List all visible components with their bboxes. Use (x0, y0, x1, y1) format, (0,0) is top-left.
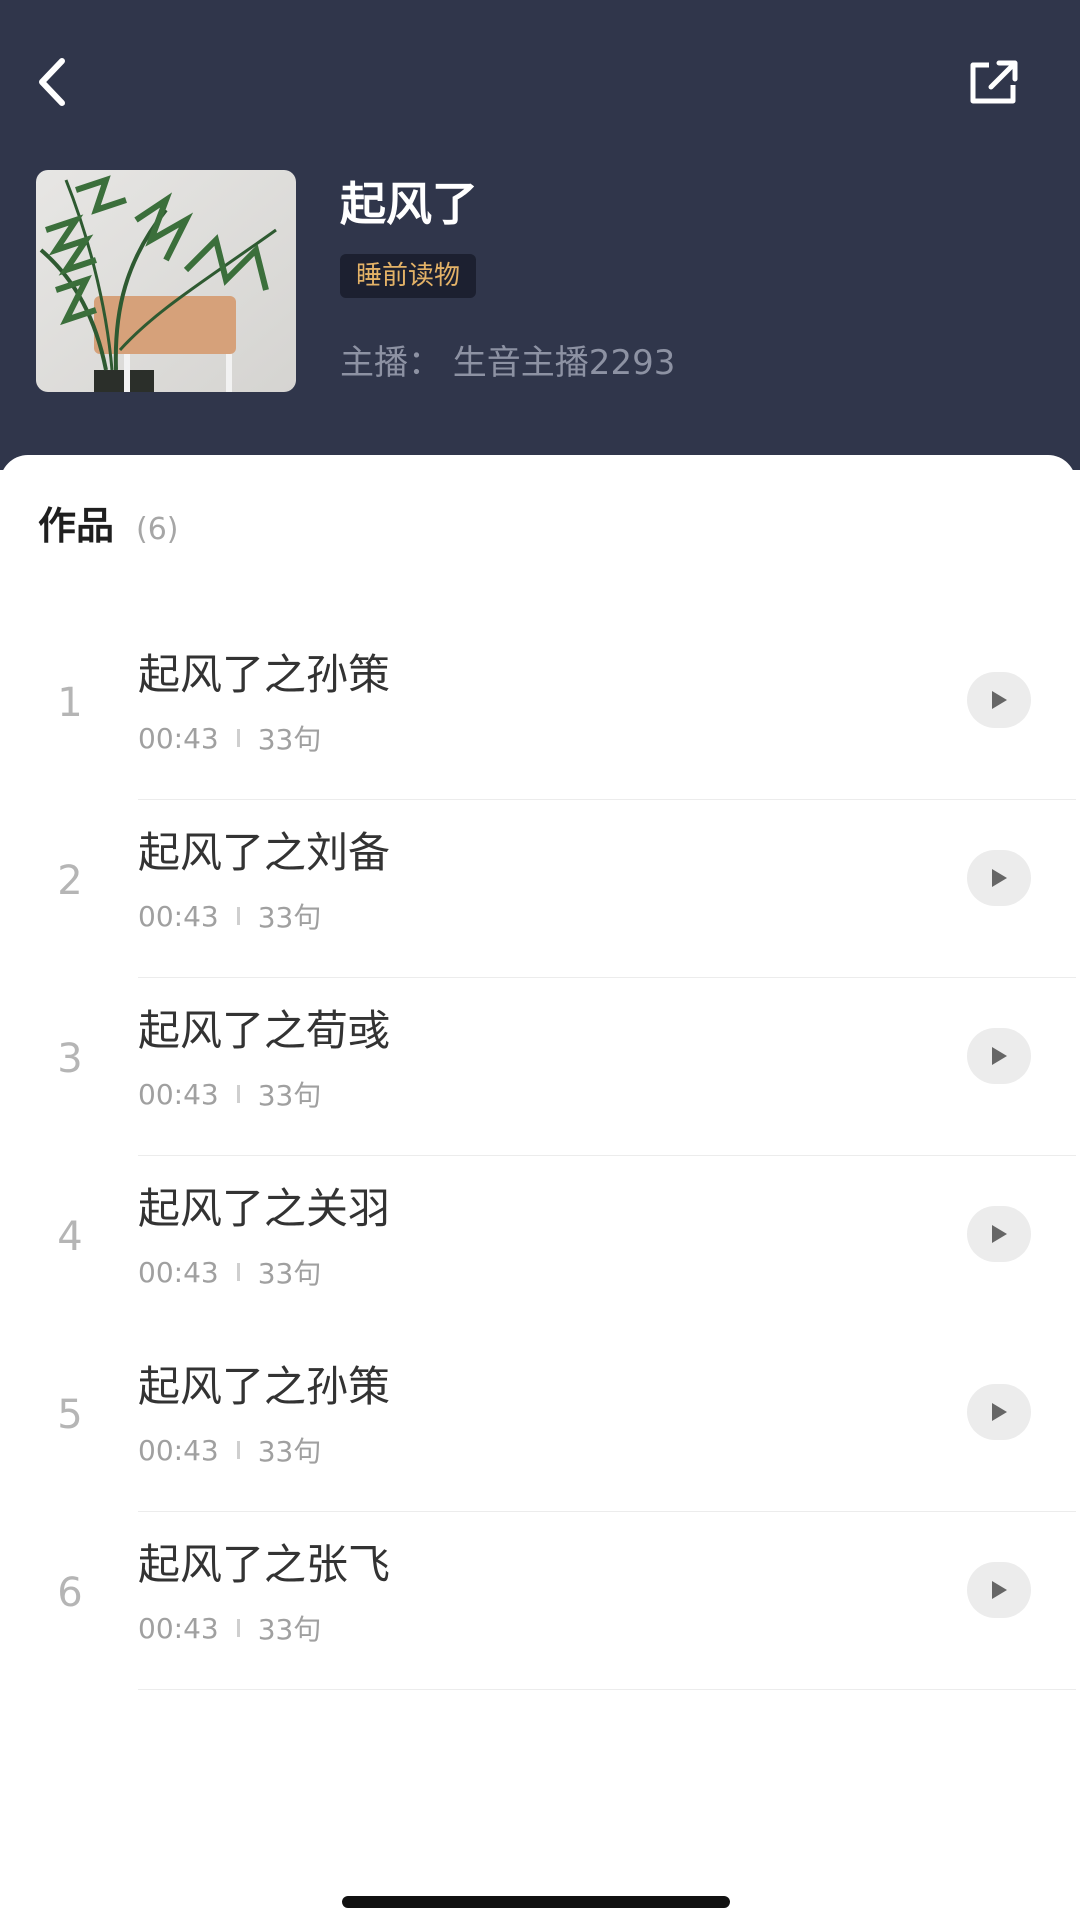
track-duration: 00:43 (138, 1077, 219, 1111)
play-button[interactable] (967, 672, 1031, 728)
play-button[interactable] (967, 1384, 1031, 1440)
track-meta: 00:43 33句 (138, 1430, 321, 1470)
meta-separator (236, 1263, 240, 1281)
track-meta: 00:43 33句 (138, 896, 321, 936)
play-button[interactable] (967, 1562, 1031, 1618)
track-index: 1 (57, 680, 83, 726)
track-title: 起风了之张飞 (138, 1540, 391, 1589)
meta-separator (236, 1085, 240, 1103)
track-sentence-count: 33句 (257, 1257, 322, 1290)
album-header: 起风了 睡前读物 主播： 生音主播2293 (0, 0, 1080, 470)
track-row[interactable]: 4 起风了之关羽 00:43 33句 (0, 1156, 1076, 1334)
play-icon (992, 1047, 1007, 1065)
track-index: 2 (57, 858, 83, 904)
track-sentence-count: 33句 (257, 901, 322, 934)
track-title: 起风了之孙策 (138, 1362, 391, 1411)
meta-separator (236, 907, 240, 925)
track-sentence-count: 33句 (257, 1613, 322, 1646)
meta-separator (236, 729, 240, 747)
home-indicator[interactable] (342, 1896, 730, 1908)
meta-separator (236, 1619, 240, 1637)
meta-separator (236, 1441, 240, 1459)
host-name[interactable]: 主播： 生音主播2293 (340, 340, 675, 386)
row-divider (138, 1689, 1076, 1690)
track-title: 起风了之关羽 (138, 1184, 391, 1233)
track-row[interactable]: 3 起风了之荀彧 00:43 33句 (0, 978, 1076, 1156)
play-icon (992, 1225, 1007, 1243)
track-row[interactable]: 2 起风了之刘备 00:43 33句 (0, 800, 1076, 978)
track-index: 6 (57, 1570, 83, 1616)
track-duration: 00:43 (138, 899, 219, 933)
track-meta: 00:43 33句 (138, 718, 321, 758)
track-meta: 00:43 33句 (138, 1074, 321, 1114)
works-panel: 作品 (6) 1 起风了之孙策 00:43 33句 2 起风了之刘备 00:43… (0, 455, 1076, 1920)
category-tag[interactable]: 睡前读物 (340, 254, 477, 298)
track-title: 起风了之孙策 (138, 650, 391, 699)
track-duration: 00:43 (138, 1611, 219, 1645)
track-duration: 00:43 (138, 721, 219, 755)
play-button[interactable] (967, 1028, 1031, 1084)
works-title: 作品 (38, 504, 115, 548)
play-icon (992, 1403, 1007, 1421)
works-count: (6) (136, 512, 179, 547)
track-row[interactable]: 1 起风了之孙策 00:43 33句 (0, 622, 1076, 800)
track-title: 起风了之刘备 (138, 828, 391, 877)
track-sentence-count: 33句 (257, 1435, 322, 1468)
album-title: 起风了 (340, 177, 478, 231)
track-sentence-count: 33句 (257, 1079, 322, 1112)
track-row[interactable]: 6 起风了之张飞 00:43 33句 (0, 1512, 1076, 1690)
track-meta: 00:43 33句 (138, 1608, 321, 1648)
track-row[interactable]: 5 起风了之孙策 00:43 33句 (0, 1334, 1076, 1512)
track-duration: 00:43 (138, 1433, 219, 1467)
play-button[interactable] (967, 1206, 1031, 1262)
play-icon (992, 691, 1007, 709)
works-header: 作品 (6) (38, 495, 179, 550)
back-button[interactable] (24, 42, 78, 122)
track-index: 3 (57, 1036, 83, 1082)
track-duration: 00:43 (138, 1255, 219, 1289)
play-icon (992, 869, 1007, 887)
share-button[interactable] (962, 50, 1026, 114)
share-external-icon (970, 60, 1018, 104)
track-sentence-count: 33句 (257, 723, 322, 756)
track-meta: 00:43 33句 (138, 1252, 321, 1292)
play-button[interactable] (967, 850, 1031, 906)
chevron-left-icon (39, 58, 65, 106)
track-index: 4 (57, 1214, 83, 1260)
album-cover-image (36, 170, 296, 392)
play-icon (992, 1581, 1007, 1599)
track-index: 5 (57, 1392, 83, 1438)
track-title: 起风了之荀彧 (138, 1006, 391, 1055)
